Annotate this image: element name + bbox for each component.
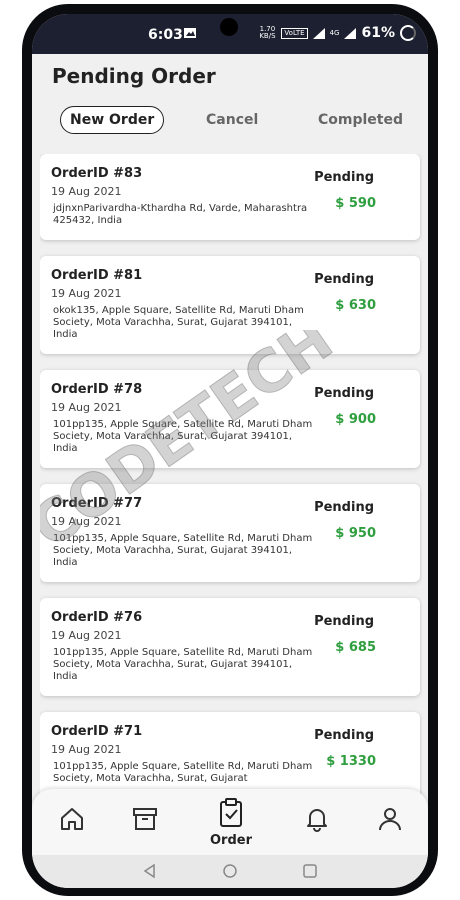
order-amount: $ 950	[335, 526, 376, 541]
status-bar: 6:03 1.70 KB/S VoLTE 4G 61%	[32, 14, 428, 54]
order-tabs: New Order Cancel Completed	[32, 104, 428, 140]
page-title: Pending Order	[52, 64, 216, 88]
recents-icon[interactable]	[302, 863, 318, 879]
order-amount: $ 1330	[326, 754, 376, 769]
order-date: 19 Aug 2021	[51, 287, 122, 300]
order-address: okok135, Apple Square, Satellite Rd, Mar…	[53, 305, 304, 340]
order-status: Pending	[314, 272, 374, 287]
order-id: OrderID #71	[51, 724, 143, 739]
user-icon	[379, 808, 401, 831]
system-navigation	[32, 855, 428, 888]
order-card[interactable]: OrderID #78 19 Aug 2021 101pp135, Apple …	[40, 370, 420, 468]
battery-percentage: 61%	[361, 25, 395, 41]
signal-icon	[312, 27, 325, 39]
order-id: OrderID #78	[51, 382, 143, 397]
back-icon[interactable]	[142, 863, 158, 879]
order-date: 19 Aug 2021	[51, 743, 122, 756]
nav-home[interactable]	[52, 799, 92, 839]
order-address: jdjnxnParivardha-Kthardha Rd, Varde, Mah…	[53, 203, 308, 226]
order-amount: $ 590	[335, 196, 376, 211]
archive-box-icon	[133, 808, 157, 830]
order-id: OrderID #77	[51, 496, 143, 511]
order-status: Pending	[314, 170, 374, 185]
battery-icon	[400, 25, 416, 41]
order-id: OrderID #76	[51, 610, 143, 625]
network-speed: 1.70 KB/S	[259, 25, 276, 40]
volte-badge: VoLTE	[281, 27, 308, 39]
network-type: 4G	[329, 28, 340, 37]
nav-order[interactable]	[211, 793, 251, 833]
home-circle-icon[interactable]	[222, 863, 238, 879]
tab-cancel[interactable]: Cancel	[196, 106, 268, 134]
order-card[interactable]: OrderID #83 19 Aug 2021 jdjnxnParivardha…	[40, 154, 420, 240]
screen: 6:03 1.70 KB/S VoLTE 4G 61% Pending Orde…	[32, 14, 428, 888]
order-address: 101pp135, Apple Square, Satellite Rd, Ma…	[53, 533, 313, 568]
order-status: Pending	[314, 386, 374, 401]
bottom-navigation: Order	[32, 789, 428, 855]
signal-icon-2	[344, 27, 357, 39]
order-status: Pending	[314, 728, 374, 743]
order-address: 101pp135, Apple Square, Satellite Rd, Ma…	[53, 647, 313, 682]
order-date: 19 Aug 2021	[51, 629, 122, 642]
nav-notifications[interactable]	[297, 799, 337, 839]
tab-completed[interactable]: Completed	[308, 106, 413, 134]
order-address: 101pp135, Apple Square, Satellite Rd, Ma…	[53, 419, 313, 454]
nav-archive[interactable]	[125, 799, 165, 839]
home-icon	[61, 808, 83, 830]
bell-icon	[307, 809, 327, 832]
order-amount: $ 685	[335, 640, 376, 655]
status-time: 6:03	[148, 27, 183, 43]
order-id: OrderID #81	[51, 268, 143, 283]
camera-hole	[220, 18, 238, 36]
order-list: OrderID #83 19 Aug 2021 jdjnxnParivardha…	[40, 154, 422, 804]
clipboard-check-icon	[220, 798, 242, 827]
order-status: Pending	[314, 500, 374, 515]
nav-profile[interactable]	[370, 799, 410, 839]
page-header: Pending Order	[52, 64, 216, 88]
order-card[interactable]: OrderID #77 19 Aug 2021 101pp135, Apple …	[40, 484, 420, 582]
order-date: 19 Aug 2021	[51, 515, 122, 528]
order-status: Pending	[314, 614, 374, 629]
order-amount: $ 900	[335, 412, 376, 427]
tab-new-order[interactable]: New Order	[60, 106, 165, 134]
order-card[interactable]: OrderID #76 19 Aug 2021 101pp135, Apple …	[40, 598, 420, 696]
order-card[interactable]: OrderID #81 19 Aug 2021 okok135, Apple S…	[40, 256, 420, 354]
order-address: 101pp135, Apple Square, Satellite Rd, Ma…	[53, 761, 313, 784]
gallery-icon	[184, 28, 196, 38]
order-date: 19 Aug 2021	[51, 185, 122, 198]
nav-order-label[interactable]: Order	[210, 833, 252, 848]
order-amount: $ 630	[335, 298, 376, 313]
order-id: OrderID #83	[51, 166, 143, 181]
order-date: 19 Aug 2021	[51, 401, 122, 414]
